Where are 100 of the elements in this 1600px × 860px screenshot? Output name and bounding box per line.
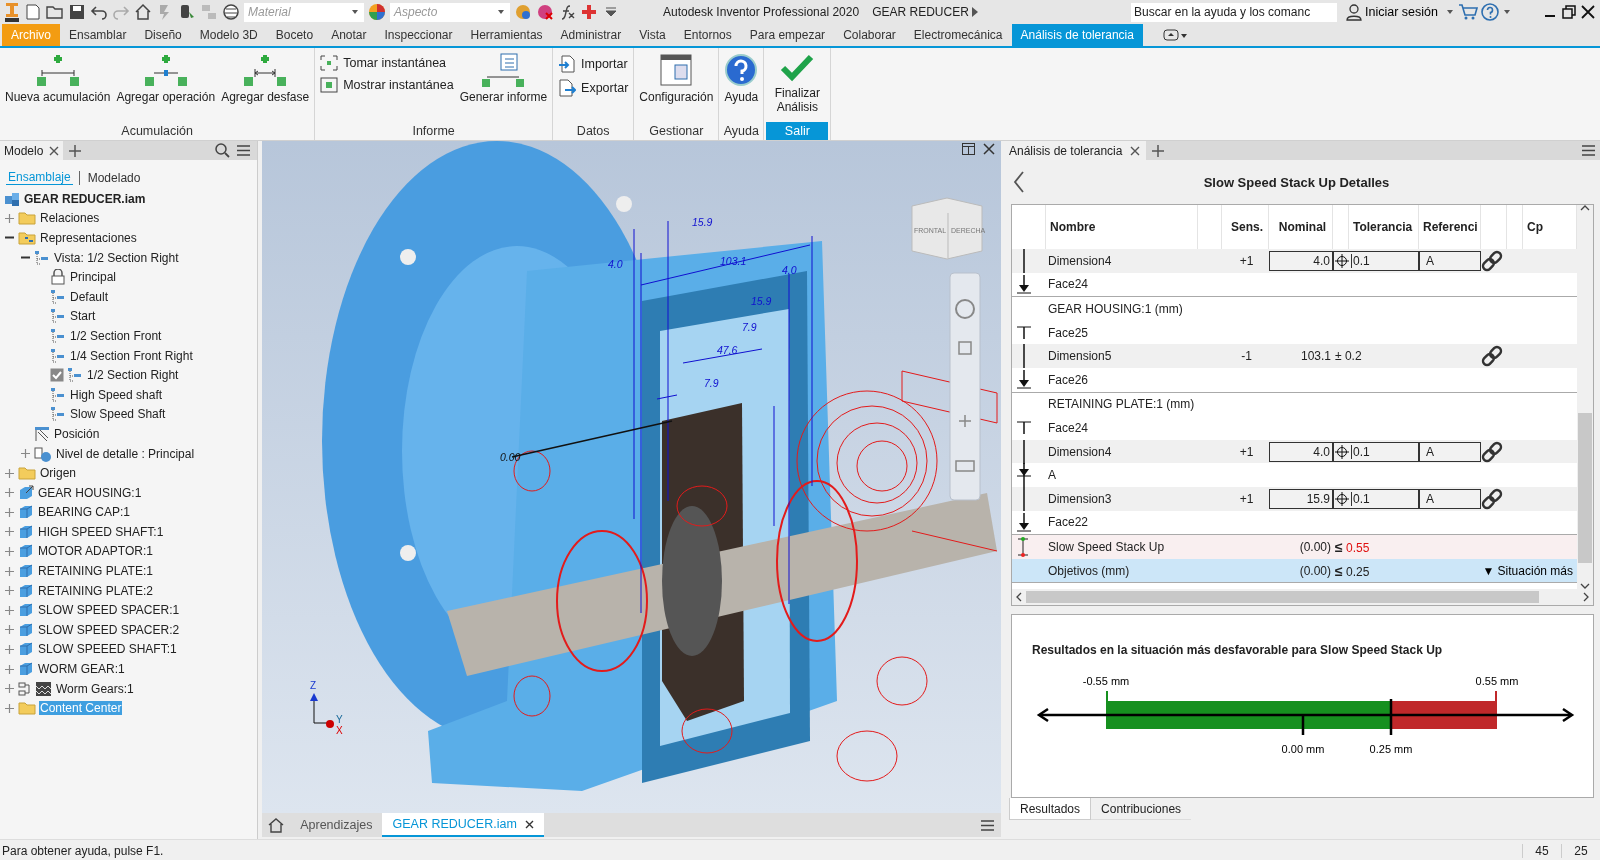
tree-item[interactable]: RETAINING PLATE:1: [37, 564, 154, 579]
ribbon-tab[interactable]: Modelo 3D: [190, 24, 267, 46]
ribbon-tab[interactable]: Ensamblar: [60, 24, 136, 46]
expand-toggle[interactable]: [4, 643, 15, 655]
scrollbar-thumb[interactable]: [1578, 413, 1592, 563]
expand-toggle[interactable]: [4, 663, 15, 675]
add-tab-icon[interactable]: [1152, 144, 1165, 157]
browser-view-tab[interactable]: Modelado: [85, 170, 143, 185]
tree-item[interactable]: SLOW SPEED SPACER:1: [37, 603, 181, 618]
select-icon[interactable]: [178, 3, 196, 21]
ribbon-button[interactable]: Finalizar Análisis: [767, 51, 828, 116]
ribbon-button[interactable]: Generar informe: [457, 51, 550, 106]
tree-item[interactable]: MOTOR ADAPTOR:1: [37, 544, 154, 559]
nominal-field[interactable]: 15.9: [1269, 488, 1333, 509]
close-icon[interactable]: [524, 819, 534, 829]
expand-toggle[interactable]: [20, 448, 31, 459]
link-icon[interactable]: [1481, 440, 1503, 463]
menu-icon[interactable]: [980, 818, 995, 832]
export-icon[interactable]: [558, 79, 577, 97]
tree-item[interactable]: RETAINING PLATE:2: [37, 583, 154, 598]
ribbon-button[interactable]: Tomar instantánea: [318, 54, 456, 72]
scroll-right-icon[interactable]: [1583, 592, 1589, 602]
menu-icon[interactable]: [1581, 143, 1596, 158]
ribbon-tab[interactable]: Anotar: [322, 24, 376, 46]
menu-icon[interactable]: [236, 143, 252, 158]
close-icon[interactable]: [1130, 145, 1141, 156]
expand-toggle[interactable]: [4, 467, 15, 479]
restore-icon[interactable]: [1561, 4, 1577, 20]
reference-field[interactable]: A: [1419, 488, 1481, 509]
expand-arrow-icon[interactable]: [971, 7, 978, 17]
expand-toggle[interactable]: [4, 212, 15, 224]
document-tab[interactable]: Aprendizajes: [290, 813, 383, 837]
help-icon[interactable]: [1481, 3, 1501, 21]
checkbox-checked-icon[interactable]: [50, 368, 64, 383]
expand-toggle[interactable]: [4, 702, 15, 714]
panel-toggle-icon[interactable]: [1162, 29, 1187, 41]
expand-toggle[interactable]: [4, 526, 15, 538]
tree-item[interactable]: Start: [69, 309, 97, 324]
add-tab-icon[interactable]: [69, 144, 82, 157]
snapshot-icon[interactable]: [320, 55, 339, 71]
app-logo-icon[interactable]: [4, 2, 20, 22]
ribbon-tab[interactable]: Entornos: [674, 24, 741, 46]
tree-item[interactable]: BEARING CAP:1: [37, 505, 132, 520]
close-icon[interactable]: [983, 143, 995, 155]
tree-item[interactable]: Representaciones: [39, 231, 138, 245]
tree-root[interactable]: GEAR REDUCER.iam: [23, 191, 147, 206]
search-icon[interactable]: [215, 143, 231, 158]
show-snapshot-icon[interactable]: [320, 77, 339, 93]
caret-icon[interactable]: [1447, 9, 1455, 15]
expand-toggle[interactable]: [4, 624, 15, 636]
close-icon[interactable]: [49, 145, 60, 156]
scenario-dropdown[interactable]: ▼ Situación más: [1481, 563, 1577, 578]
tree-item[interactable]: High Speed shaft: [69, 387, 164, 402]
tree-item[interactable]: Worm Gears:1: [55, 681, 135, 696]
expand-toggle[interactable]: [4, 565, 15, 577]
tree-item[interactable]: Nivel de detalle : Principal: [55, 446, 196, 461]
cart-icon[interactable]: [1458, 3, 1478, 21]
scroll-up-icon[interactable]: [1580, 205, 1590, 211]
scroll-down-icon[interactable]: [1580, 583, 1590, 589]
ribbon-button[interactable]: Agregar operación: [114, 51, 218, 106]
sign-in-button[interactable]: Iniciar sesión: [1340, 2, 1444, 22]
help-icon[interactable]: [724, 53, 759, 87]
ribbon-tab[interactable]: Diseño: [135, 24, 191, 46]
tree-item[interactable]: WORM GEAR:1: [37, 662, 126, 677]
panel-bottom-tab[interactable]: Contribuciones: [1091, 798, 1192, 820]
expand-toggle[interactable]: [4, 585, 15, 597]
ribbon-tab[interactable]: Inspeccionar: [375, 24, 462, 46]
expand-toggle[interactable]: [4, 506, 15, 518]
tolerance-field[interactable]: 0.1: [1333, 251, 1419, 271]
tree-item[interactable]: Principal: [69, 270, 118, 285]
scrollbar-thumb[interactable]: [1026, 591, 1539, 603]
undo-icon[interactable]: [90, 3, 108, 21]
tree-item[interactable]: 1/2 Section Front: [69, 328, 163, 343]
home-icon[interactable]: [134, 3, 152, 21]
expand-toggle[interactable]: [4, 683, 15, 695]
expand-toggle[interactable]: [4, 546, 15, 557]
link-icon[interactable]: [1481, 250, 1503, 272]
panel-bottom-tab[interactable]: Resultados: [1009, 798, 1092, 820]
ribbon-tab[interactable]: Herramientas: [461, 24, 552, 46]
expand-toggle[interactable]: [4, 604, 15, 616]
ribbon-button[interactable]: Nueva acumulación: [3, 51, 113, 106]
tree-item[interactable]: GEAR HOUSING:1: [37, 485, 143, 500]
ribbon-tab[interactable]: Para empezar: [740, 24, 835, 46]
ribbon-tab[interactable]: Colaborar: [834, 24, 905, 46]
ribbon-button[interactable]: Importar: [556, 54, 631, 74]
color-wheel-icon[interactable]: [368, 3, 386, 21]
scroll-left-icon[interactable]: [1016, 592, 1022, 602]
tree-item[interactable]: 1/2 Section Right: [86, 368, 180, 383]
tree-item[interactable]: SLOW SPEED SPACER:2: [37, 622, 181, 637]
tree-item[interactable]: Relaciones: [39, 211, 101, 226]
tree-item[interactable]: Vista: 1/2 Section Right: [53, 250, 180, 265]
caret-icon[interactable]: [1504, 9, 1512, 15]
tree-item[interactable]: Slow Speed Shaft: [69, 407, 167, 422]
search-field[interactable]: Buscar en la ayuda y los comanc: [1131, 2, 1338, 22]
tree-item[interactable]: Default: [69, 289, 110, 304]
link-icon[interactable]: [1481, 345, 1503, 368]
reference-field[interactable]: A: [1419, 251, 1481, 271]
close-icon[interactable]: [1580, 4, 1596, 20]
open-folder-icon[interactable]: [46, 3, 64, 21]
tree-item[interactable]: HIGH SPEED SHAFT:1: [37, 524, 165, 539]
